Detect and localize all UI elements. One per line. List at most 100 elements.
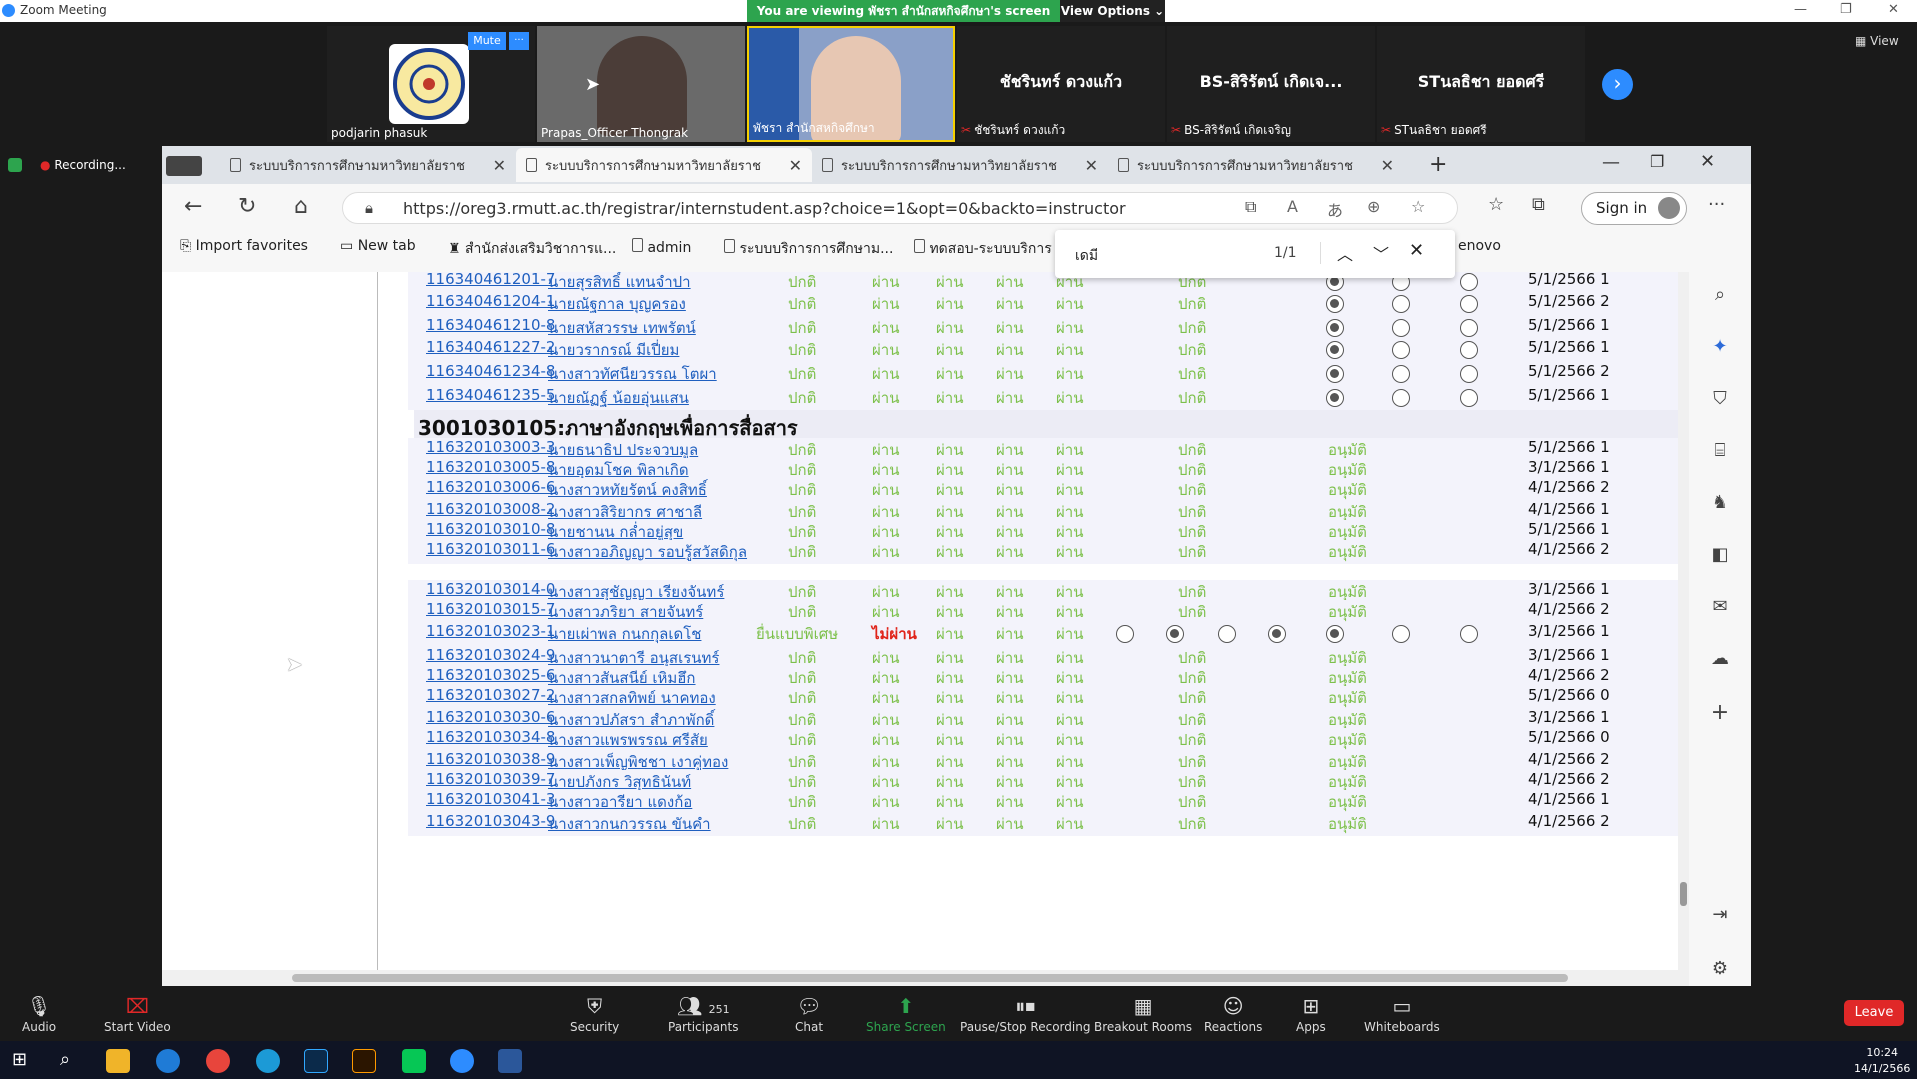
assessment-radio[interactable] [1326,625,1344,643]
approval-radio[interactable] [1392,295,1410,313]
approval-radio[interactable] [1326,365,1344,383]
security-button[interactable]: ⛨ Security [570,994,619,1034]
student-id-link[interactable]: 116320103039-7 [426,770,555,788]
student-name-link[interactable]: นางสาวกนกวรรณ ขันคำ [548,812,711,836]
student-id-link[interactable]: 116320103006-6 [426,478,555,496]
student-id-link[interactable]: 116320103008-2 [426,500,555,518]
assessment-radio[interactable] [1460,625,1478,643]
approval-radio[interactable] [1460,319,1478,337]
games-icon[interactable]: ♞ [1709,492,1731,514]
close-icon[interactable]: ✕ [1888,2,1899,17]
drop-icon[interactable]: ☁ [1709,648,1731,670]
apps-button[interactable]: ⊞ Apps [1296,994,1326,1034]
student-name-link[interactable]: นายณัฐกาล บุญครอง [548,292,686,316]
home-icon[interactable]: ⌂ [294,194,308,219]
favorites-icon[interactable]: ☆ [1488,194,1504,215]
view-button[interactable]: ▦ View [1855,34,1899,48]
approval-radio[interactable] [1460,365,1478,383]
video-tile[interactable]: STนลธิชา ยอดศรี ✂ STนลธิชา ยอดศรี [1377,26,1585,142]
more-options-button[interactable]: ··· [509,32,529,50]
student-id-link[interactable]: 116320103030-6 [426,708,555,726]
collections-icon[interactable]: ⧉ [1532,194,1545,215]
student-id-link[interactable]: 116340461204-1 [426,292,555,310]
video-tile[interactable]: ➤ Prapas_Officer Thongrak [537,26,745,142]
student-name-link[interactable]: นางสาวหทัยรัตน์ คงสิทธิ์ [548,478,707,502]
illustrator-icon[interactable] [352,1049,376,1073]
file-explorer-icon[interactable] [106,1049,130,1073]
more-menu-icon[interactable]: ··· [1708,194,1725,215]
browser-tab[interactable]: ระบบบริการการศึกษามหาวิทยาลัยราช ✕ [516,148,812,182]
student-name-link[interactable]: นายเผ่าพล กนกกุลเดโช [548,622,701,646]
close-tab-icon[interactable]: ✕ [1085,156,1098,175]
student-id-link[interactable]: 116320103034-8 [426,728,555,746]
new-tab-icon[interactable]: + [1429,152,1447,177]
search-icon[interactable]: ⌕ [1709,284,1731,306]
assessment-radio[interactable] [1166,625,1184,643]
approval-radio[interactable] [1392,319,1410,337]
close-tab-icon[interactable]: ✕ [493,156,506,175]
approval-radio[interactable] [1392,389,1410,407]
student-name-link[interactable]: นายสหัสวรรษ เทพรัตน์ [548,316,696,340]
video-tile[interactable]: BS-สิริรัตน์ เกิดเจ... ✂ BS-สิริรัตน์ เกิ… [1167,26,1375,142]
zoom-icon[interactable]: ⊕ [1367,197,1380,216]
favorite-link[interactable]: ระบบบริการการศึกษาม... [724,238,893,260]
browser-tab[interactable]: ระบบบริการการศึกษามหาวิทยาลัยราช ✕ [220,148,516,182]
copilot-icon[interactable]: ✦ [1709,336,1731,358]
reactions-button[interactable]: ☺ Reactions [1204,994,1262,1034]
minimize-icon[interactable]: — [1794,2,1807,17]
next-page-icon[interactable]: › [1602,69,1633,100]
student-name-link[interactable]: นางสาวภริยา สายจันทร์ [548,600,703,624]
back-icon[interactable]: ← [184,194,202,219]
record-button[interactable]: ⏸⏹ Pause/Stop Recording [960,994,1090,1034]
address-bar[interactable]: 🔒︎ https://oreg3.rmutt.ac.th/registrar/i… [342,192,1458,224]
office-icon[interactable]: ◧ [1709,544,1731,566]
close-icon[interactable]: ✕ [1700,151,1715,172]
read-aloud-icon[interactable]: A [1287,197,1298,216]
approval-radio[interactable] [1326,319,1344,337]
tab-actions-icon[interactable] [166,156,202,176]
student-name-link[interactable]: นายสุรสิทธิ์ แทนจำปา [548,272,691,294]
share-screen-button[interactable]: ⬆ Share Screen [866,994,946,1034]
browser-tab[interactable]: ระบบบริการการศึกษามหาวิทยาลัยราช ✕ [812,148,1108,182]
breakout-rooms-button[interactable]: ▦ Breakout Rooms [1094,994,1192,1034]
tools-icon[interactable]: ⌸ [1709,440,1731,462]
approval-radio[interactable] [1392,365,1410,383]
video-tile[interactable]: Mute ··· podjarin phasuk [327,26,535,142]
approval-radio[interactable] [1460,295,1478,313]
chat-button[interactable]: 💬︎ Chat [795,994,823,1034]
leave-button[interactable]: Leave [1844,1000,1904,1026]
photoshop-icon[interactable] [304,1049,328,1073]
recording-indicator[interactable]: ● Recording... [40,158,126,172]
system-clock[interactable]: 10:24 14/1/2566 [1854,1045,1910,1077]
scroll-thumb[interactable] [292,974,1568,982]
approval-radio[interactable] [1460,341,1478,359]
outlook-icon[interactable]: ✉ [1709,596,1731,618]
student-name-link[interactable]: นางสาวสกลทิพย์ นาคทอง [548,686,716,710]
whiteboards-button[interactable]: ▭ Whiteboards [1364,994,1440,1034]
student-id-link[interactable]: 116340461227-2 [426,338,555,356]
student-id-link[interactable]: 116320103010-8 [426,520,555,538]
internet-explorer-icon[interactable] [156,1049,180,1073]
approval-radio[interactable] [1460,273,1478,291]
student-id-link[interactable]: 116320103025-6 [426,666,555,684]
approval-radio[interactable] [1326,295,1344,313]
student-id-link[interactable]: 116320103023-1 [426,622,555,640]
student-name-link[interactable]: นายณัฏฐ์ น้อยอุ่นแสน [548,386,689,410]
video-tile[interactable]: พัชรา สำนักสหกิจศึกษา [747,26,955,142]
student-id-link[interactable]: 116340461201-7 [426,272,555,288]
find-previous-icon[interactable]: ︿ [1337,241,1353,265]
favorite-link[interactable]: admin [632,238,691,256]
add-icon[interactable]: + [1709,700,1731,725]
settings-icon[interactable]: ⚙ [1709,958,1731,980]
approval-radio[interactable] [1326,389,1344,407]
audio-button[interactable]: 🎙︎ Audio [22,994,56,1034]
horizontal-scrollbar[interactable] [162,970,1689,986]
student-id-link[interactable]: 116340461235-5 [426,386,555,404]
shopping-tag-icon[interactable]: ⛉ [1709,388,1731,410]
minimize-icon[interactable]: — [1602,152,1620,173]
chrome-icon[interactable] [206,1049,230,1073]
favorite-import[interactable]: ⎘ Import favorites [180,238,308,254]
student-id-link[interactable]: 116320103043-9 [426,812,555,830]
approval-radio[interactable] [1392,341,1410,359]
assessment-radio[interactable] [1392,625,1410,643]
